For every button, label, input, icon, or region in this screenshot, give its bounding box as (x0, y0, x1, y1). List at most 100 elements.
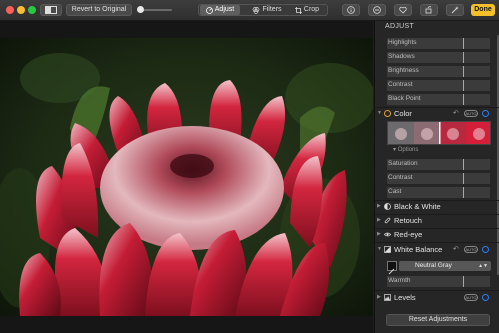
retouch-label: Retouch (394, 216, 422, 225)
warmth-label: Warmth (388, 277, 411, 284)
tab-crop-label: Crop (303, 6, 320, 13)
red-eye-section-header[interactable]: ▶ Red-eye (375, 228, 499, 241)
chevron-down-icon[interactable]: ▼ (377, 246, 382, 252)
color-filmstrip-slider[interactable] (387, 121, 491, 145)
info-button[interactable] (342, 4, 360, 16)
chevron-right-icon[interactable]: ▶ (377, 217, 381, 223)
cast-slider[interactable]: Cast (375, 186, 499, 199)
undo-icon[interactable]: ↶ (453, 245, 459, 253)
retouch-section-header[interactable]: ▶ Retouch (375, 214, 499, 227)
more-icon (373, 6, 381, 14)
filters-icon (253, 6, 260, 14)
photo-top-margin (0, 21, 373, 38)
heart-icon (399, 6, 407, 14)
slider-track (464, 66, 490, 77)
color-options-toggle[interactable]: ▾ Options (393, 146, 418, 153)
slider-track (464, 94, 490, 105)
black-point-label: Black Point (388, 95, 421, 102)
saturation-label: Saturation (388, 160, 418, 167)
slider-track (464, 80, 490, 91)
color-contrast-label: Contrast (388, 174, 413, 181)
slider-marker (463, 187, 464, 198)
color-auto-button[interactable]: AUTO (464, 110, 478, 117)
red-eye-label: Red-eye (394, 230, 423, 239)
white-balance-label: White Balance (394, 245, 443, 254)
white-balance-section-header[interactable]: ▼ White Balance ↶ AUTO (375, 243, 499, 256)
color-label: Color (394, 109, 412, 118)
compare-view-button[interactable] (40, 4, 62, 16)
white-balance-mode-select[interactable]: Neutral Gray ▲▼ (399, 261, 491, 271)
eye-icon (384, 232, 391, 237)
reset-adjustments-button[interactable]: Reset Adjustments (386, 314, 490, 326)
tab-filters[interactable]: Filters (247, 5, 287, 15)
shadows-label: Shadows (388, 53, 415, 60)
brightness-slider[interactable]: Brightness (375, 65, 499, 78)
slider-marker (463, 276, 464, 287)
enhance-button[interactable] (446, 4, 464, 16)
color-contrast-slider[interactable]: Contrast (375, 172, 499, 185)
levels-toggle-button[interactable] (482, 294, 489, 301)
chevron-right-icon[interactable]: ▶ (377, 203, 381, 209)
black-white-section-header[interactable]: ▶ Black & White (375, 200, 499, 213)
rotate-icon (425, 6, 432, 14)
done-button[interactable]: Done (471, 4, 495, 16)
undo-icon[interactable]: ↶ (453, 109, 459, 117)
slider-marker (463, 94, 464, 105)
bandage-icon (384, 217, 391, 224)
minimize-window-button[interactable] (17, 6, 25, 14)
tab-adjust[interactable]: Adjust (200, 5, 240, 15)
contrast-label: Contrast (388, 81, 413, 88)
crop-icon (294, 6, 302, 14)
slider-track (464, 187, 490, 198)
half-circle-icon (384, 203, 391, 210)
close-window-button[interactable] (6, 6, 14, 14)
zoom-slider-track[interactable] (140, 9, 172, 11)
chevron-down-icon[interactable]: ▼ (377, 110, 382, 116)
saturation-slider[interactable]: Saturation (375, 158, 499, 171)
dial-icon (205, 6, 213, 14)
chevron-right-icon[interactable]: ▶ (377, 231, 381, 237)
black-point-slider[interactable]: Black Point (375, 93, 499, 106)
color-toggle-button[interactable] (482, 110, 489, 117)
revert-to-original-button[interactable]: Revert to Original (66, 4, 132, 16)
info-icon (347, 6, 355, 14)
edit-extensions-button[interactable] (368, 4, 386, 16)
photo-bottom-margin (0, 316, 373, 333)
rotate-button[interactable] (420, 4, 438, 16)
edit-mode-segmented-control: Adjust Filters Crop (198, 4, 328, 16)
levels-label: Levels (394, 293, 416, 302)
slider-track (464, 173, 490, 184)
black-white-label: Black & White (394, 202, 441, 211)
favorite-button[interactable] (394, 4, 412, 16)
slider-marker (463, 66, 464, 77)
magic-wand-icon (451, 6, 459, 14)
highlights-label: Highlights (388, 39, 417, 46)
slider-marker (463, 38, 464, 49)
warmth-slider[interactable]: Warmth (375, 275, 499, 288)
slider-marker (463, 52, 464, 63)
adjust-panel-title: ADJUST (385, 23, 415, 30)
color-variation-thumbnails (388, 122, 490, 144)
zoom-slider-knob[interactable] (137, 6, 144, 13)
contrast-slider[interactable]: Contrast (375, 79, 499, 92)
levels-section-header[interactable]: ▶ Levels AUTO (375, 291, 499, 304)
white-balance-mode-value: Neutral Gray (415, 262, 452, 269)
eyedropper-icon[interactable] (387, 261, 397, 275)
maximize-window-button[interactable] (28, 6, 36, 14)
white-balance-icon (384, 246, 391, 253)
levels-auto-button[interactable]: AUTO (464, 294, 478, 301)
brightness-label: Brightness (388, 67, 419, 74)
slider-track (464, 159, 490, 170)
adjust-panel: ADJUST Highlights Shadows Brightness Con… (374, 21, 499, 333)
tab-crop[interactable]: Crop (289, 5, 325, 15)
white-balance-toggle-button[interactable] (482, 246, 489, 253)
white-balance-auto-button[interactable]: AUTO (464, 246, 478, 253)
color-section-header[interactable]: ▼ Color ↶ AUTO (375, 107, 499, 120)
highlights-slider[interactable]: Highlights (375, 37, 499, 50)
levels-histogram-icon (384, 294, 391, 301)
chevron-right-icon[interactable]: ▶ (377, 294, 381, 300)
slider-track (464, 38, 490, 49)
photo-canvas[interactable] (0, 38, 373, 316)
shadows-slider[interactable]: Shadows (375, 51, 499, 64)
slider-marker (463, 80, 464, 91)
